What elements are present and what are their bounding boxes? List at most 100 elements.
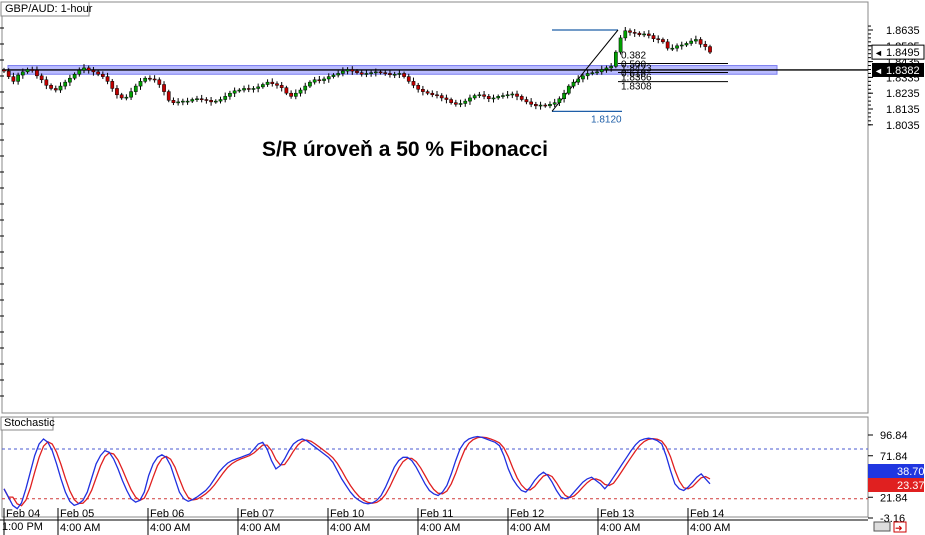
date-axis-label: Feb 12	[510, 508, 544, 520]
candle-body	[359, 72, 364, 75]
candle-body	[486, 96, 491, 99]
candle-body	[421, 89, 425, 92]
candle-body	[675, 45, 679, 49]
candle-body	[213, 100, 218, 103]
candle-body	[364, 73, 369, 75]
candle-body	[341, 70, 345, 74]
swing-low-label: 1.8120	[591, 114, 622, 125]
candle-body	[157, 79, 162, 85]
candle-body	[665, 41, 670, 49]
candle-body	[609, 66, 614, 69]
price-tick-label: 1.8235	[886, 88, 920, 100]
candle-body	[552, 102, 557, 105]
stochastic-k-value: 38.70	[897, 466, 925, 478]
date-axis-label: Feb 11	[420, 508, 453, 520]
candle-body	[703, 43, 708, 47]
candle-body	[534, 104, 538, 107]
candle-body	[694, 39, 698, 42]
candle-body	[232, 90, 237, 94]
candle-body	[119, 94, 124, 99]
candle-body	[68, 77, 72, 83]
candle-body	[86, 67, 91, 71]
candle-body	[369, 72, 373, 74]
date-axis-label: Feb 05	[60, 508, 94, 520]
candle-body	[402, 73, 406, 77]
candle-body	[138, 81, 143, 87]
candle-body	[548, 104, 552, 107]
candle-body	[708, 46, 712, 53]
candle-body	[96, 71, 100, 75]
candle-body	[143, 77, 148, 82]
main-panel-frame	[1, 1, 869, 414]
candle-body	[44, 79, 49, 86]
candle-body	[571, 81, 576, 87]
candle-body	[439, 95, 444, 99]
price-tick-label: 1.8635	[886, 25, 920, 37]
candle-body	[453, 102, 458, 105]
exit-arrow-icon: ➜	[895, 523, 903, 533]
candle-body	[209, 100, 213, 103]
candle-body	[6, 70, 11, 77]
candle-body	[91, 70, 96, 73]
candle-body	[628, 30, 632, 33]
candle-body	[39, 75, 44, 81]
candle-body	[562, 92, 566, 99]
current-price-label: 1.8495	[886, 47, 920, 59]
candle-body	[519, 96, 524, 100]
candle-body	[176, 101, 180, 104]
candle-body	[256, 86, 261, 89]
candle-body	[148, 77, 152, 80]
candle-body	[58, 85, 63, 91]
candle-body	[581, 75, 585, 80]
scroll-icon	[873, 521, 891, 532]
date-axis-label: Feb 04	[6, 508, 40, 520]
candle-body	[604, 67, 609, 70]
candle-body	[435, 94, 439, 97]
chart-svg: 0.3821.84230.5001.83660.6181.83081.8120 …	[0, 1, 925, 535]
sr-fibonacci-annotation: S/R úroveň a 50 % Fibonacci	[262, 138, 548, 161]
candle-body	[557, 98, 562, 103]
date-axis-label: Feb 06	[150, 508, 184, 520]
candle-body	[684, 43, 689, 46]
candle-body	[501, 95, 505, 97]
stochastic-label: Stochastic	[4, 417, 55, 429]
candle-body	[275, 83, 279, 86]
candle-body	[317, 79, 322, 82]
stochastic-tick-label: 96.84	[880, 430, 908, 442]
candle-body	[430, 92, 435, 96]
candle-body	[449, 99, 453, 103]
candle-body	[242, 88, 246, 91]
candle-body	[632, 32, 637, 34]
candle-body	[115, 88, 119, 96]
candle-body	[124, 96, 129, 99]
time-axis-label: 4:00 AM	[240, 522, 280, 534]
candle-body	[388, 73, 392, 75]
candle-body	[505, 94, 510, 97]
candle-body	[336, 73, 341, 76]
price-tick-label: 1.8035	[886, 120, 920, 132]
candle-body	[618, 37, 623, 53]
candle-body	[261, 84, 265, 88]
candle-body	[477, 94, 482, 97]
candle-body	[35, 70, 39, 77]
candle-body	[543, 104, 548, 107]
candle-body	[152, 78, 157, 81]
candle-body	[185, 100, 190, 103]
candle-body	[637, 32, 642, 35]
main-price-panel[interactable]: 0.3821.84230.5001.83660.6181.83081.8120	[0, 1, 869, 414]
candle-body	[679, 44, 684, 47]
candle-body	[270, 81, 275, 84]
candle-body	[199, 98, 204, 100]
stochastic-panel[interactable]	[0, 416, 869, 518]
candle-body	[524, 99, 529, 103]
candle-body	[195, 98, 199, 100]
candle-body	[510, 93, 515, 96]
candle-body	[289, 92, 293, 97]
sr-level-label: 1.8382	[886, 65, 920, 77]
candle-body	[171, 100, 176, 103]
candle-body	[279, 85, 284, 88]
candle-body	[293, 92, 298, 97]
candle-body	[472, 95, 477, 99]
candle-body	[308, 81, 312, 87]
time-axis-label: 4:00 AM	[150, 522, 190, 534]
